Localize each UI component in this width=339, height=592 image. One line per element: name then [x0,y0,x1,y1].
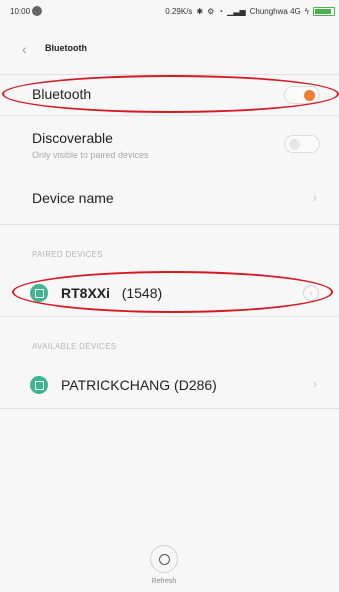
discoverable-toggle[interactable] [284,135,320,153]
refresh-button[interactable] [150,545,178,573]
page-title: Bluetooth [45,43,87,53]
toggle-knob [304,90,315,101]
bluetooth-status-icon: ✱ [196,7,204,16]
charging-icon: ϟ [304,7,309,16]
device-name-row[interactable]: Device name › [0,172,339,224]
available-device-name: PATRICKCHANG (D286) [61,377,217,393]
status-time: 10:00 [10,7,31,16]
divider [0,316,339,317]
available-device-item[interactable]: PATRICKCHANG (D286) › [0,362,339,408]
carrier-label: Chunghwa 4G [249,7,301,16]
toggle-knob [289,139,300,150]
wifi-icon: ◔ [218,7,224,16]
device-icon [30,284,48,302]
divider [0,224,339,225]
battery-icon [313,7,335,16]
bluetooth-row[interactable]: Bluetooth [0,75,339,115]
settings-status-icon: ⚙ [207,7,215,16]
paired-devices-heading: PAIRED DEVICES [32,250,103,259]
recording-icon [32,6,42,16]
chevron-right-icon: › [312,190,317,205]
status-bar: 10:00 0.29K/s ✱ ⚙ ◔ ▁▃▅ Chunghwa 4G ϟ [0,0,339,24]
paired-device-item[interactable]: RT8XXi (1548) › [0,270,339,316]
device-name-label: Device name [32,190,114,206]
net-speed: 0.29K/s [165,7,193,16]
discoverable-row[interactable]: Discoverable Only visible to paired devi… [0,116,339,172]
bluetooth-label: Bluetooth [32,86,92,102]
discoverable-label: Discoverable [32,130,113,146]
signal-icon: ▁▃▅ [227,7,246,16]
back-icon[interactable]: ‹ [22,41,36,57]
paired-device-name: RT8XXi (1548) [61,285,162,301]
paired-device-name-main: RT8XXi [61,285,111,301]
chevron-right-icon: › [312,376,317,391]
discoverable-sub: Only visible to paired devices [32,150,149,160]
paired-device-name-id: (1548) [121,285,163,301]
status-right: 0.29K/s ✱ ⚙ ◔ ▁▃▅ Chunghwa 4G ϟ [165,7,335,16]
device-settings-icon[interactable]: › [303,285,319,301]
refresh-label: Refresh [151,578,177,585]
bluetooth-toggle[interactable] [284,86,320,104]
available-devices-heading: AVAILABLE DEVICES [32,342,117,351]
device-icon [30,376,48,394]
title-bar: ‹ Bluetooth [0,24,339,74]
divider [0,408,339,409]
